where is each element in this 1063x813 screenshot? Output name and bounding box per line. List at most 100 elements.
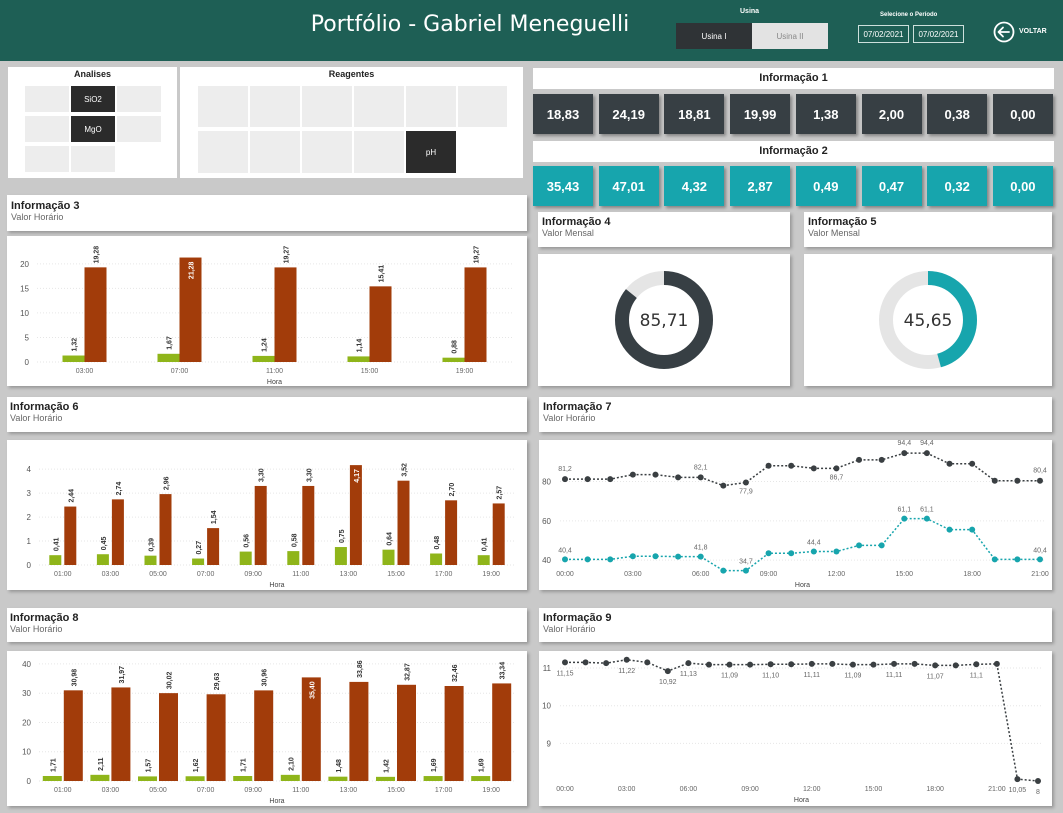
data-label: 0,27 [196, 541, 203, 555]
reagentes-chip-4[interactable] [354, 86, 404, 127]
reagentes-chip-3[interactable] [302, 86, 352, 127]
info7-title: Informação 7 [543, 401, 612, 413]
info1-kpi-5: 1,38 [795, 94, 856, 134]
x-tick-label: 03:00 [618, 786, 636, 793]
back-button-label[interactable]: VOLTAR [1019, 28, 1047, 35]
x-tick-label: 15:00 [865, 786, 883, 793]
reagentes-chip-5[interactable] [406, 86, 456, 127]
usina-2-button[interactable]: Usina II [752, 23, 828, 49]
data-label: 44,4 [807, 540, 821, 547]
data-point [788, 550, 795, 557]
analises-chip-3[interactable] [117, 86, 161, 112]
x-tick-label: 19:00 [482, 787, 500, 794]
reagentes-chip-10[interactable] [354, 131, 404, 173]
y-tick-label: 40 [22, 660, 31, 669]
reagentes-chip-1[interactable] [198, 86, 248, 127]
data-label: 11,11 [886, 672, 903, 679]
analises-chip-7[interactable] [25, 146, 69, 172]
data-point [991, 477, 998, 484]
data-point [856, 456, 863, 463]
data-label: 94,4 [920, 440, 934, 447]
info6-subtitle: Valor Horário [10, 413, 63, 423]
info4-donut-chart: 85,71 [615, 271, 713, 369]
back-arrow-icon[interactable] [993, 21, 1015, 43]
bar-green [233, 775, 253, 781]
data-point [1037, 556, 1043, 563]
period-label: Selecione o Período [880, 12, 938, 18]
data-point [562, 476, 568, 483]
x-tick-label: 11:00 [292, 571, 309, 578]
data-point [607, 476, 614, 483]
data-label: 0,75 [339, 529, 346, 543]
reagentes-chip-ph[interactable]: pH [406, 131, 456, 173]
reagentes-chip-2[interactable] [250, 86, 300, 127]
data-label: 0,41 [53, 537, 60, 551]
data-point [562, 659, 568, 666]
data-point [932, 662, 939, 669]
data-point [856, 542, 863, 549]
analises-chip-mgo[interactable]: MgO [71, 116, 115, 142]
analises-chip-8[interactable] [71, 146, 115, 172]
bar-rust [111, 499, 124, 565]
data-point [697, 474, 704, 481]
x-tick-label: 17:00 [435, 571, 453, 578]
data-label: 1,32 [72, 338, 79, 352]
data-label: 2,70 [449, 483, 456, 497]
data-point [720, 567, 727, 574]
x-axis-label: Hora [269, 798, 284, 805]
x-tick-label: 07:00 [197, 571, 215, 578]
reagentes-chip-7[interactable] [198, 131, 248, 173]
analises-chip-sio2[interactable]: SiO2 [71, 86, 115, 112]
x-tick-label: 06:00 [692, 571, 710, 578]
data-point [829, 660, 836, 667]
usina-1-button[interactable]: Usina I [676, 23, 752, 49]
date-start-input[interactable]: 07/02/2021 [858, 25, 909, 43]
date-end-input[interactable]: 07/02/2021 [913, 25, 964, 43]
data-point [623, 656, 630, 663]
info6-title: Informação 6 [10, 401, 79, 413]
y-tick-label: 1 [27, 537, 32, 546]
data-point [765, 550, 772, 557]
data-point [833, 465, 840, 472]
info7-line-chart: 40 60 80 81,2 82,1 77,9 86,7 94,4 94,4 80,4 40,4 41… [542, 440, 1049, 589]
analises-chip-4[interactable] [25, 116, 69, 142]
analises-chip-6[interactable] [117, 116, 161, 142]
data-point [901, 450, 908, 457]
bar-green [192, 558, 205, 565]
series-line [565, 659, 1039, 782]
info3-chart-panel: 0 5 10 15 20 1,32 19,28 03:00 1,67 21,28 07:00 1,24… [7, 236, 527, 386]
bar-green [96, 554, 109, 565]
x-tick-label: 01:00 [54, 571, 72, 578]
data-label: 11,09 [721, 673, 738, 680]
data-point [652, 553, 659, 560]
data-label: 0,88 [452, 340, 459, 354]
data-label: 61,1 [897, 507, 911, 514]
usina-label: Usina [740, 8, 760, 15]
reagentes-title: Reagentes [328, 69, 375, 79]
data-point [584, 556, 591, 563]
data-label: 34,7 [739, 559, 753, 566]
data-label: 1,48 [336, 759, 343, 773]
x-tick-label: 09:00 [741, 786, 759, 793]
data-label: 11,09 [844, 673, 861, 680]
data-label: 11,13 [680, 671, 697, 678]
x-tick-label: 15:00 [896, 571, 914, 578]
data-label: 11,15 [557, 670, 574, 677]
data-point [923, 515, 930, 522]
x-tick-label: 15:00 [387, 787, 405, 794]
reagentes-chip-8[interactable] [250, 131, 300, 173]
bar-rust [492, 503, 505, 565]
info9-subtitle: Valor Horário [543, 624, 596, 634]
data-label: 15,41 [379, 265, 386, 283]
reagentes-chip-6[interactable] [458, 86, 507, 127]
info5-subtitle: Valor Mensal [808, 228, 860, 238]
y-tick-label: 2 [27, 513, 32, 522]
reagentes-chip-9[interactable] [302, 131, 352, 173]
data-label: 3,30 [306, 468, 313, 482]
data-label: 0,41 [482, 537, 489, 551]
bar-rust [111, 687, 131, 781]
data-label: 40,4 [558, 547, 572, 554]
info4-title: Informação 4 [542, 216, 611, 228]
analises-chip-1[interactable] [25, 86, 69, 112]
y-tick-label: 10 [542, 702, 551, 711]
